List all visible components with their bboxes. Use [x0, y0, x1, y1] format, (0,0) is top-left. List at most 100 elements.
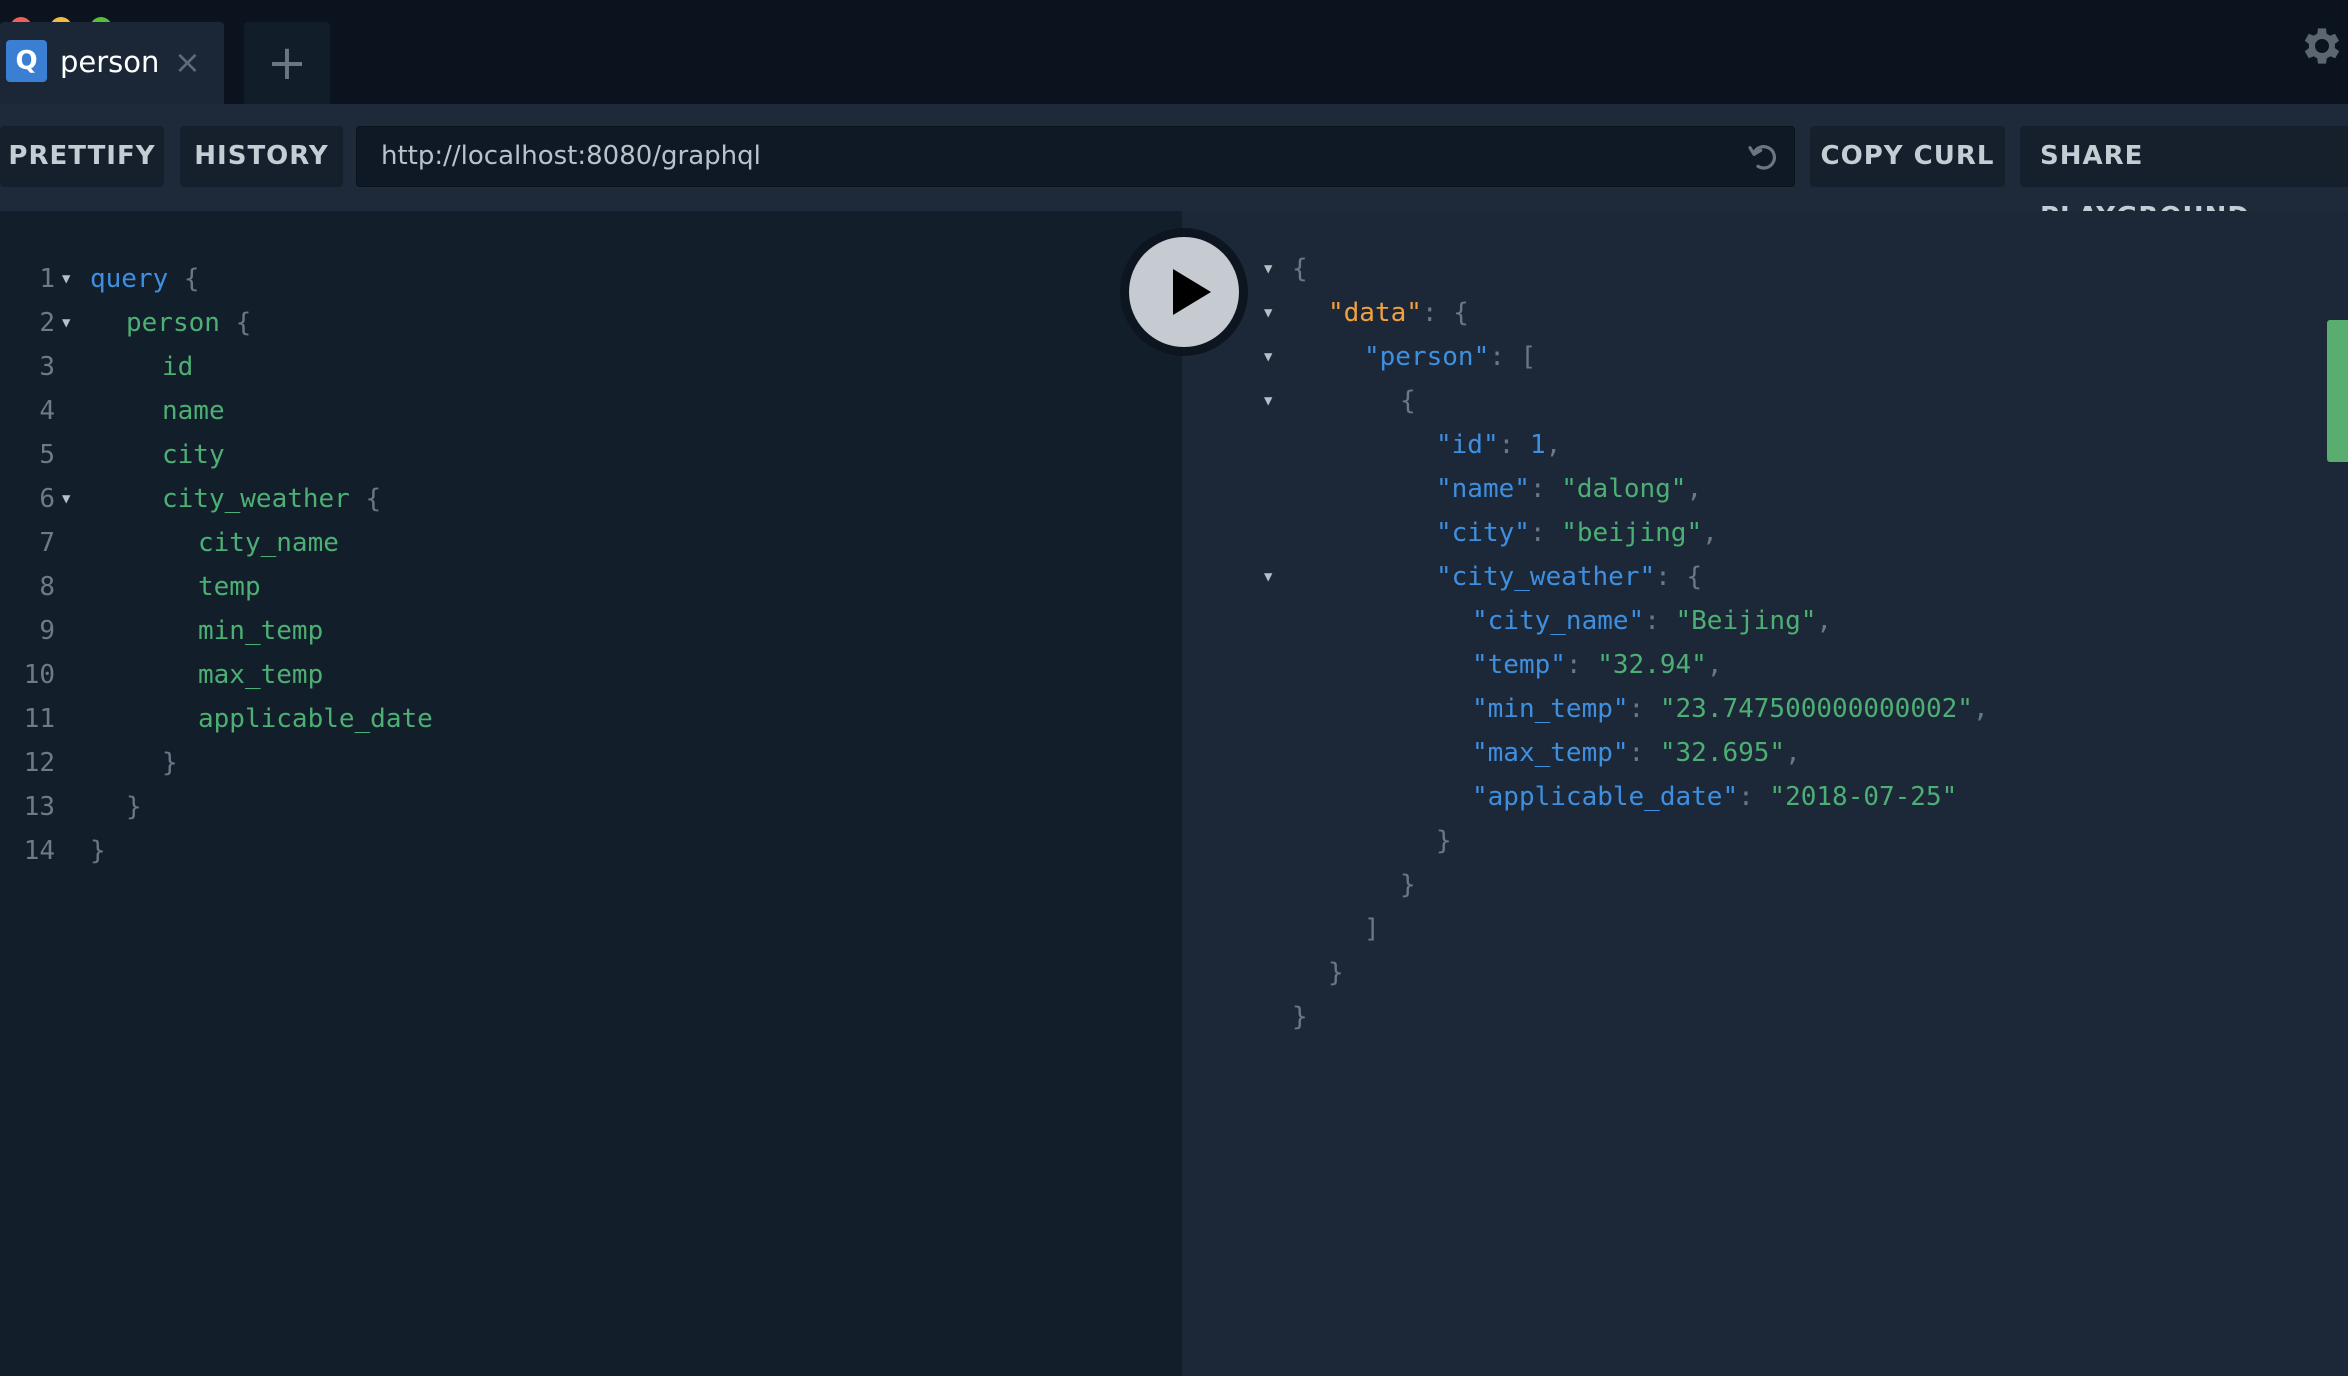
history-button[interactable]: HISTORY — [180, 126, 343, 187]
query-badge-icon: Q — [6, 40, 47, 82]
code-token: { — [219, 308, 252, 338]
code-token: city_weather — [162, 484, 350, 514]
code-token: city_name — [198, 528, 339, 558]
code-line[interactable]: max_temp — [198, 653, 323, 697]
execute-query-button[interactable] — [1120, 228, 1248, 356]
line-number: 3 — [39, 352, 55, 382]
line-number: 1 — [39, 264, 55, 294]
json-token: : — [1529, 518, 1562, 548]
close-tab-icon[interactable]: × — [174, 42, 201, 82]
code-line[interactable]: name — [162, 389, 225, 433]
prettify-button[interactable]: PRETTIFY — [0, 126, 164, 187]
fold-arrow-icon[interactable]: ▼ — [62, 257, 70, 301]
code-token: { — [168, 264, 200, 294]
json-token: { — [1400, 386, 1416, 416]
json-token: } — [1436, 826, 1452, 856]
json-token: : { — [1421, 298, 1469, 328]
code-line[interactable]: min_temp — [198, 609, 323, 653]
line-number: 10 — [23, 660, 55, 690]
code-token: name — [162, 396, 225, 426]
result-viewer: ▼{▼ "data": {▼ "person": [▼{"id": 1, "name"… — [1182, 211, 2348, 1376]
title-bar: Q person × + — [0, 0, 2348, 104]
result-line: "city": "beijing", — [1436, 511, 1718, 555]
json-token: "Beijing" — [1675, 606, 1817, 636]
json-token: "city_weather" — [1436, 562, 1656, 592]
json-token: : — [1498, 430, 1530, 460]
fold-arrow-icon[interactable]: ▼ — [62, 301, 70, 345]
fold-arrow-icon[interactable]: ▼ — [1264, 247, 1272, 291]
fold-arrow-icon[interactable]: ▼ — [1264, 291, 1272, 335]
line-number: 6 — [39, 484, 55, 514]
json-token: , — [1686, 474, 1703, 504]
json-token: { — [1292, 254, 1308, 284]
code-token: { — [349, 484, 382, 514]
json-token: "dalong" — [1561, 474, 1687, 504]
fold-arrow-icon[interactable]: ▼ — [62, 477, 70, 521]
code-line[interactable]: } — [126, 785, 142, 829]
code-token: min_temp — [198, 616, 324, 646]
json-token: , — [1702, 518, 1718, 548]
json-token: : — [1529, 474, 1562, 504]
json-token: } — [1400, 870, 1416, 900]
json-token: , — [1785, 738, 1801, 768]
json-token: ] — [1364, 914, 1380, 944]
play-button-face — [1129, 237, 1239, 347]
line-number: 12 — [23, 748, 55, 778]
code-line[interactable]: } — [90, 829, 106, 873]
gear-icon[interactable] — [2296, 22, 2344, 70]
json-token: "32.94" — [1597, 650, 1707, 680]
result-line: "name": "dalong", — [1436, 467, 1702, 511]
code-line[interactable]: person { — [126, 301, 251, 345]
copy-curl-button[interactable]: COPY CURL — [1810, 126, 2005, 187]
code-line[interactable]: applicable_date — [198, 697, 433, 741]
share-playground-button[interactable]: SHARE PLAYGROUND — [2020, 126, 2348, 232]
code-line[interactable]: city_weather { — [162, 477, 381, 521]
json-token: : — [1628, 738, 1660, 768]
query-editor[interactable]: 1 ▼ query {2 ▼ person {3 id 4 name 5 city 6 ▼ city_w… — [0, 211, 1182, 1376]
fold-arrow-icon[interactable]: ▼ — [1264, 555, 1272, 599]
json-token: : — [1628, 694, 1660, 724]
json-token: , — [1816, 606, 1833, 636]
result-line: "min_temp": "23.747500000000002", — [1472, 687, 1989, 731]
result-line: "person": [ — [1364, 335, 1536, 379]
code-line[interactable]: query { — [90, 257, 200, 301]
json-token: : [ — [1489, 342, 1537, 372]
result-line: "city_weather": { — [1436, 555, 1702, 599]
json-token: "city" — [1436, 518, 1530, 548]
tab-label: person — [60, 45, 160, 79]
code-token: } — [162, 748, 178, 778]
result-line: { — [1400, 379, 1416, 423]
code-token: } — [90, 836, 106, 866]
endpoint-url-input[interactable]: http://localhost:8080/graphql — [356, 126, 1795, 187]
fold-arrow-icon[interactable]: ▼ — [1264, 379, 1272, 423]
fold-arrow-icon[interactable]: ▼ — [1264, 335, 1272, 379]
scrollbar-indicator[interactable] — [2327, 320, 2348, 462]
json-token: "person" — [1364, 342, 1490, 372]
endpoint-url-text[interactable]: http://localhost:8080/graphql — [381, 127, 761, 186]
line-number: 14 — [23, 836, 55, 866]
json-token: "min_temp" — [1472, 694, 1629, 724]
result-line: "applicable_date": "2018-07-25" — [1472, 775, 1957, 819]
code-line[interactable]: city — [162, 433, 225, 477]
reload-icon[interactable] — [1746, 141, 1778, 173]
line-number: 11 — [23, 704, 55, 734]
line-number: 13 — [23, 792, 55, 822]
json-token: 1 — [1529, 430, 1546, 460]
result-line: "max_temp": "32.695", — [1472, 731, 1801, 775]
line-number: 8 — [39, 572, 55, 602]
code-line[interactable]: temp — [198, 565, 261, 609]
json-token: , — [1545, 430, 1562, 460]
code-line[interactable]: } — [162, 741, 178, 785]
line-number: 7 — [39, 528, 55, 558]
line-number: 9 — [39, 616, 55, 646]
new-tab-button[interactable]: + — [244, 22, 330, 104]
line-number: 5 — [39, 440, 55, 470]
code-line[interactable]: id — [162, 345, 193, 389]
result-line: "id": 1, — [1436, 423, 1561, 467]
code-token: city — [162, 440, 225, 470]
json-token: "temp" — [1472, 650, 1566, 680]
code-line[interactable]: city_name — [198, 521, 339, 565]
tab-person[interactable]: Q person × — [0, 22, 224, 104]
result-line: } — [1400, 863, 1416, 907]
json-token: : — [1644, 606, 1676, 636]
